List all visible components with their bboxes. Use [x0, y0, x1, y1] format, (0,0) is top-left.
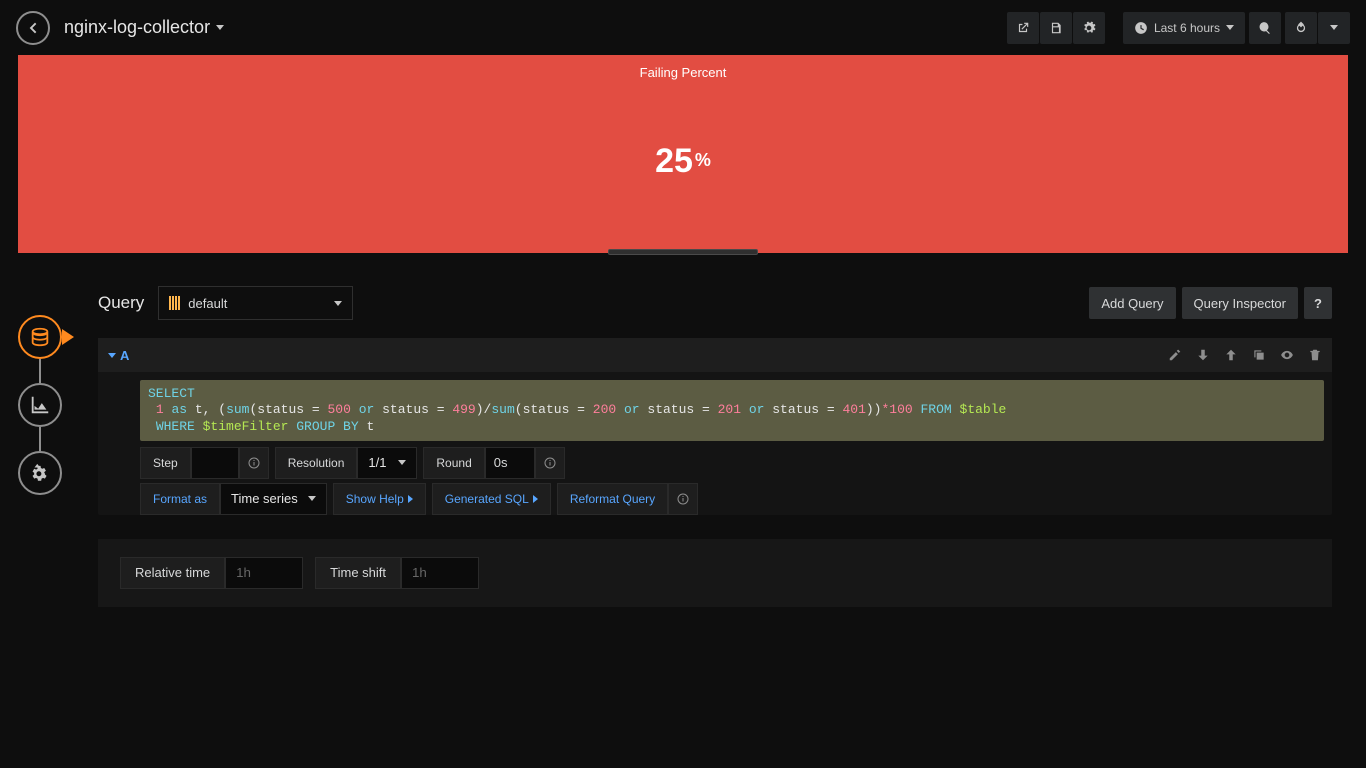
- time-range-label: Last 6 hours: [1154, 21, 1220, 35]
- move-up-icon[interactable]: [1224, 348, 1238, 362]
- move-down-icon[interactable]: [1196, 348, 1210, 362]
- sql-editor[interactable]: SELECT 1 as t, (sum(status = 500 or stat…: [140, 380, 1324, 441]
- chevron-down-icon: [216, 25, 224, 30]
- reformat-query-button[interactable]: Reformat Query: [557, 483, 668, 515]
- tab-general[interactable]: [18, 451, 62, 495]
- query-row-toggle[interactable]: A: [108, 348, 129, 363]
- reformat-info-icon[interactable]: [668, 483, 698, 515]
- time-shift-label: Time shift: [315, 557, 401, 589]
- add-query-button[interactable]: Add Query: [1089, 287, 1175, 319]
- generated-sql-toggle[interactable]: Generated SQL: [432, 483, 551, 515]
- query-help-button[interactable]: ?: [1304, 287, 1332, 319]
- dashboard-title-dropdown[interactable]: nginx-log-collector: [64, 17, 224, 38]
- tab-visualization[interactable]: [18, 383, 62, 427]
- datasource-name: default: [188, 296, 227, 311]
- tab-queries[interactable]: [18, 315, 62, 359]
- delete-query-icon[interactable]: [1308, 348, 1322, 362]
- panel-resize-handle[interactable]: [608, 249, 758, 255]
- chevron-down-icon: [108, 353, 116, 358]
- settings-button[interactable]: [1073, 12, 1105, 44]
- round-input[interactable]: [485, 447, 535, 479]
- duplicate-query-icon[interactable]: [1252, 348, 1266, 362]
- step-label: Step: [140, 447, 191, 479]
- edit-sql-icon[interactable]: [1168, 348, 1182, 362]
- chevron-down-icon: [334, 301, 342, 306]
- refresh-interval-dropdown[interactable]: [1318, 12, 1350, 44]
- section-title: Query: [98, 293, 144, 313]
- step-info-icon[interactable]: [239, 447, 269, 479]
- relative-time-input[interactable]: [225, 557, 303, 589]
- panel-value-suffix: %: [695, 150, 711, 171]
- show-help-toggle[interactable]: Show Help: [333, 483, 426, 515]
- time-shift-input[interactable]: [401, 557, 479, 589]
- datasource-picker[interactable]: default: [158, 286, 353, 320]
- chevron-right-icon: [533, 495, 538, 503]
- chevron-right-icon: [408, 495, 413, 503]
- save-button[interactable]: [1040, 12, 1072, 44]
- time-range-picker[interactable]: Last 6 hours: [1123, 12, 1245, 44]
- datasource-icon: [169, 296, 180, 310]
- format-as-select[interactable]: Time series: [220, 483, 327, 515]
- back-button[interactable]: [16, 11, 50, 45]
- singlestat-panel[interactable]: Failing Percent 25%: [18, 55, 1348, 253]
- resolution-label: Resolution: [275, 447, 358, 479]
- zoom-out-button[interactable]: [1249, 12, 1281, 44]
- panel-value: 25: [655, 144, 693, 178]
- round-info-icon[interactable]: [535, 447, 565, 479]
- toggle-visibility-icon[interactable]: [1280, 348, 1294, 362]
- chevron-down-icon: [398, 460, 406, 465]
- resolution-select[interactable]: 1/1: [357, 447, 417, 479]
- rail-active-pointer: [62, 329, 74, 345]
- chevron-down-icon: [1226, 25, 1234, 30]
- relative-time-label: Relative time: [120, 557, 225, 589]
- panel-value-wrap: 25%: [655, 74, 711, 247]
- step-input[interactable]: [191, 447, 239, 479]
- round-label: Round: [423, 447, 484, 479]
- refresh-button[interactable]: [1285, 12, 1317, 44]
- chevron-down-icon: [308, 496, 316, 501]
- chevron-down-icon: [1330, 25, 1338, 30]
- query-inspector-button[interactable]: Query Inspector: [1182, 287, 1299, 319]
- format-as-label[interactable]: Format as: [140, 483, 220, 515]
- dashboard-title: nginx-log-collector: [64, 17, 210, 38]
- share-button[interactable]: [1007, 12, 1039, 44]
- query-ref-id: A: [120, 348, 129, 363]
